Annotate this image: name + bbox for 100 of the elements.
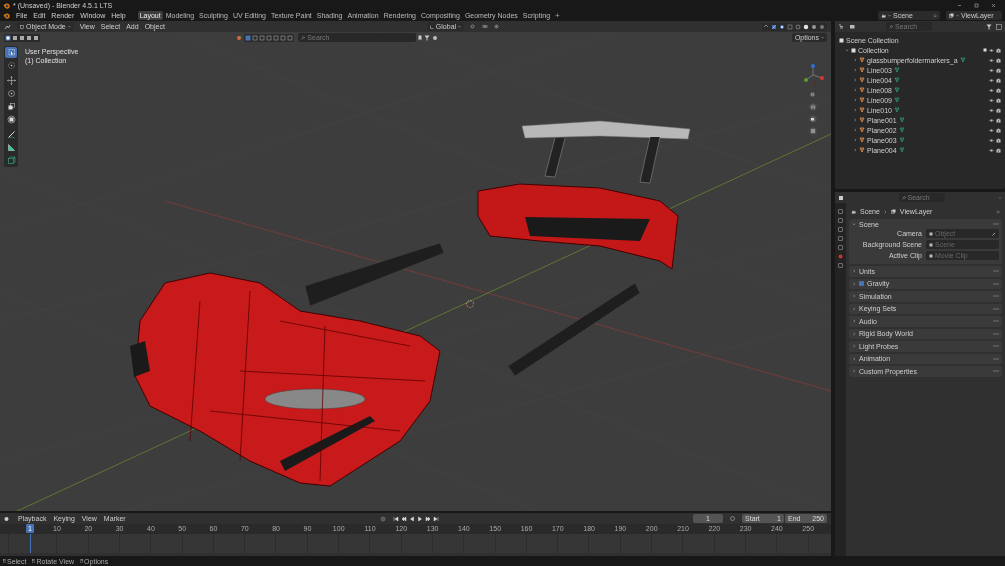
mesh-data-icon[interactable] (959, 57, 966, 63)
world-tab-icon[interactable] (838, 254, 843, 259)
vertex-select-icon[interactable] (5, 34, 11, 41)
eye-icon[interactable] (989, 77, 994, 83)
display-mode-icon[interactable] (849, 23, 856, 30)
mesh-data-icon[interactable] (893, 77, 900, 83)
minimize-icon[interactable] (957, 2, 962, 8)
grid-view-icon[interactable] (809, 127, 817, 135)
mesh-object-icon[interactable] (859, 57, 865, 63)
proportional-edit-icon[interactable] (494, 24, 501, 29)
close-icon[interactable] (991, 2, 996, 8)
select-tool-button[interactable] (5, 47, 17, 58)
new-collection-icon[interactable] (996, 23, 1002, 30)
object-type-icon[interactable] (245, 34, 252, 41)
overlay-icon[interactable] (779, 23, 786, 30)
hand-icon[interactable] (809, 103, 817, 111)
move-icon (5, 75, 17, 86)
material-shading-icon[interactable] (811, 23, 818, 30)
mesh-object-icon[interactable] (859, 127, 865, 133)
caret-icon[interactable] (845, 48, 849, 52)
mesh-object-icon[interactable] (859, 87, 865, 93)
gizmo-icon[interactable] (771, 23, 778, 30)
next-keyframe-icon[interactable] (424, 515, 431, 522)
mesh-object-icon[interactable] (859, 97, 865, 103)
camera-icon[interactable] (996, 107, 1001, 113)
cursor-tool-button[interactable] (5, 60, 17, 71)
car-parts-drawing[interactable] (130, 120, 691, 487)
camera-view-icon[interactable] (809, 115, 817, 123)
eye-icon[interactable] (989, 137, 994, 143)
color-wheel-icon[interactable] (236, 34, 243, 41)
camera-icon[interactable] (996, 97, 1001, 103)
mesh-data-icon[interactable] (893, 107, 900, 113)
mesh-data-icon[interactable] (898, 147, 905, 153)
solid-shading-icon[interactable] (803, 23, 810, 30)
filter-icon[interactable] (986, 23, 992, 30)
eye-icon[interactable] (989, 117, 994, 123)
dropdown-caret-icon (67, 25, 71, 28)
camera-icon[interactable] (996, 67, 1001, 73)
measure-tool-button[interactable] (5, 142, 17, 153)
outliner-editor-icon[interactable] (838, 23, 845, 30)
camera-icon[interactable] (996, 127, 1001, 133)
mesh-data-icon[interactable] (893, 67, 900, 73)
eyedropper-icon[interactable] (992, 231, 996, 236)
auto-keying-icon[interactable] (379, 515, 386, 522)
stopwatch-icon[interactable] (730, 516, 735, 521)
mesh-data-icon[interactable] (893, 97, 900, 103)
caret-icon[interactable] (852, 222, 856, 226)
mesh-data-icon[interactable] (898, 127, 905, 133)
pivot-icon[interactable] (470, 24, 477, 29)
editor-type-icon[interactable] (4, 23, 11, 30)
play-icon[interactable] (416, 515, 423, 522)
checkbox[interactable] (859, 281, 864, 287)
jump-end-icon[interactable] (432, 515, 439, 522)
maximize-icon[interactable] (974, 2, 979, 8)
mesh-data-icon[interactable] (898, 117, 905, 123)
mesh-object-icon[interactable] (859, 77, 865, 83)
camera-icon[interactable] (996, 47, 1001, 53)
camera-icon[interactable] (996, 147, 1001, 153)
eye-icon[interactable] (989, 47, 994, 53)
eye-icon[interactable] (989, 67, 994, 73)
properties-editor-icon[interactable] (838, 194, 845, 201)
camera-icon[interactable] (996, 137, 1001, 143)
prev-keyframe-icon[interactable] (400, 515, 407, 522)
clock-editor-icon[interactable] (4, 515, 11, 522)
eye-icon[interactable] (989, 147, 994, 153)
eye-icon[interactable] (989, 107, 994, 113)
jump-start-icon[interactable] (392, 515, 399, 522)
camera-icon[interactable] (996, 87, 1001, 93)
mesh-object-icon[interactable] (859, 107, 865, 113)
camera-icon[interactable] (996, 57, 1001, 63)
eye-icon[interactable] (989, 87, 994, 93)
mesh-object-icon[interactable] (859, 67, 865, 73)
play-reverse-icon[interactable] (408, 515, 415, 522)
mesh-object-icon[interactable] (859, 147, 865, 153)
blender-logo-icon[interactable] (3, 1, 10, 9)
scene-icon (881, 13, 886, 18)
view-layer-icon (890, 209, 896, 214)
transform-tool-button[interactable] (5, 114, 17, 125)
zoom-icon[interactable] (809, 91, 817, 99)
add-cube-tool-button[interactable] (5, 155, 17, 166)
blender-logo-icon[interactable] (3, 12, 10, 19)
mesh-object-icon[interactable] (859, 137, 865, 143)
mesh-data-icon[interactable] (893, 87, 900, 93)
snap-icon[interactable] (482, 24, 489, 29)
eye-icon[interactable] (989, 127, 994, 133)
camera-icon[interactable] (996, 117, 1001, 123)
add-workspace-button[interactable]: + (553, 11, 562, 20)
mouse-icon (80, 559, 84, 563)
mesh-object-icon[interactable] (859, 117, 865, 123)
exclude-checkbox-icon[interactable] (983, 48, 987, 52)
3d-cursor-icon (466, 300, 474, 308)
move-tool-button[interactable] (5, 75, 17, 86)
eye-icon[interactable] (989, 97, 994, 103)
camera-icon[interactable] (996, 77, 1001, 83)
eye-icon[interactable] (989, 57, 994, 63)
mesh-data-icon[interactable] (898, 137, 905, 143)
filter-icon[interactable] (424, 34, 431, 41)
cursor-icon (5, 60, 17, 71)
rendered-shading-icon[interactable] (819, 23, 826, 30)
navigation-gizmo-icon[interactable] (801, 63, 825, 87)
